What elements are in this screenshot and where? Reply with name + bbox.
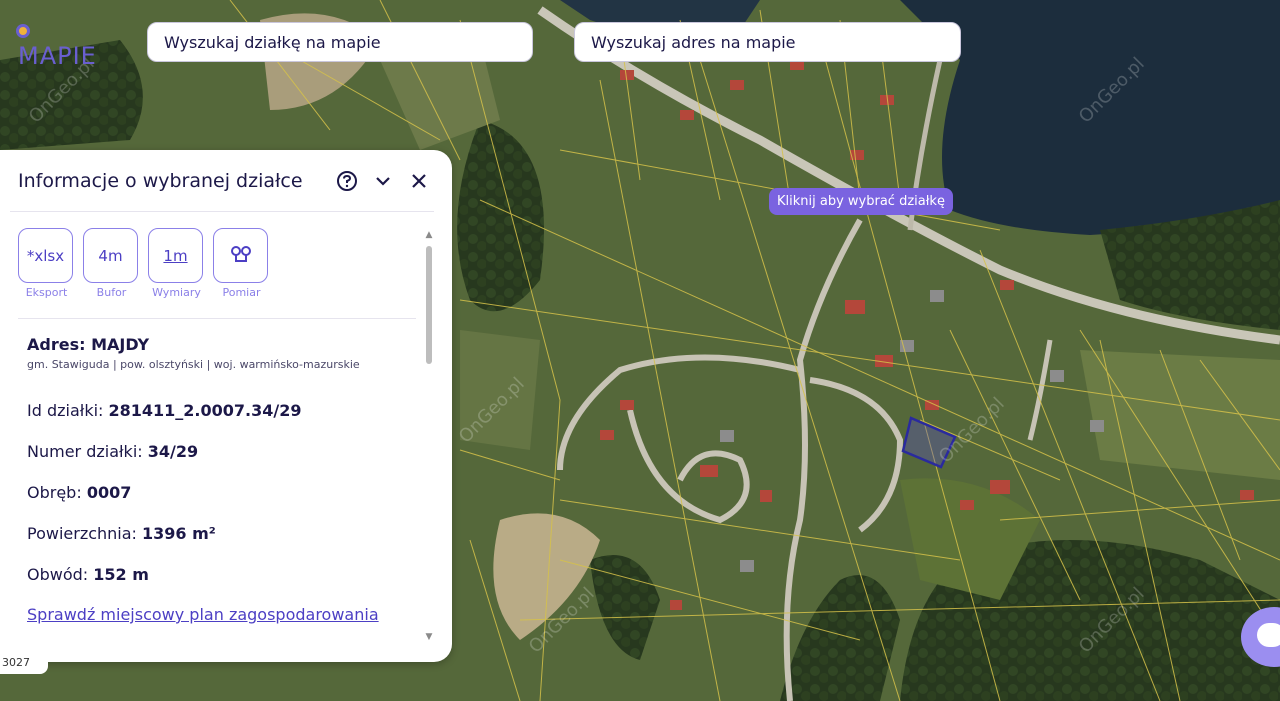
- scroll-down-icon[interactable]: ▼: [424, 632, 434, 642]
- address-search-input[interactable]: Wyszukaj adres na mapie: [574, 22, 961, 62]
- tool-row: *xlsx Eksport 4m Bufor 1m Wymiary Pomiar: [18, 228, 270, 299]
- panel-header: Informacje o wybranej działce: [18, 166, 434, 196]
- parcel-id-row: Id działki: 281411_2.0007.34/29: [27, 401, 302, 420]
- close-button[interactable]: [404, 166, 434, 196]
- help-icon: [337, 171, 357, 191]
- measure-tool[interactable]: Pomiar: [213, 228, 270, 299]
- map-tooltip: Kliknij aby wybrać działkę: [769, 188, 953, 215]
- field-value: 281411_2.0007.34/29: [108, 401, 302, 420]
- scale-chip: 3027: [0, 650, 48, 674]
- parcel-number-row: Numer działki: 34/29: [27, 442, 198, 461]
- field-value: 34/29: [147, 442, 199, 461]
- address-search-placeholder: Wyszukaj adres na mapie: [591, 32, 796, 52]
- panel-scrollbar[interactable]: ▲ ▼: [424, 230, 434, 650]
- buffer-tool[interactable]: 4m Bufor: [83, 228, 140, 299]
- tools-divider: [18, 318, 416, 319]
- dimensions-icon-text: 1m: [163, 246, 188, 265]
- parcel-info-panel: Informacje o wybranej działce *xlsx Eksp…: [0, 150, 452, 662]
- parcel-search-input[interactable]: Wyszukaj działkę na mapie: [147, 22, 533, 62]
- zoning-plan-link[interactable]: Sprawdź miejscowy plan zagospodarowania: [27, 605, 379, 624]
- field-value: 152 m: [93, 565, 149, 584]
- export-tool[interactable]: *xlsx Eksport: [18, 228, 75, 299]
- tool-label: Bufor: [96, 286, 127, 299]
- parcel-search-placeholder: Wyszukaj działkę na mapie: [164, 32, 381, 52]
- xlsx-icon: *xlsx: [18, 228, 73, 283]
- field-label: Numer działki:: [27, 442, 148, 461]
- header-divider: [10, 211, 434, 212]
- address-label: Adres: MAJDY: [27, 335, 150, 354]
- scroll-thumb[interactable]: [426, 246, 432, 364]
- precinct-row: Obręb: 0007: [27, 483, 131, 502]
- chat-icon: [1257, 623, 1280, 647]
- chevron-down-icon: [376, 177, 390, 186]
- address-subtitle: gm. Stawiguda | pow. olsztyński | woj. w…: [27, 358, 360, 371]
- location-pin-icon: [16, 24, 30, 38]
- measure-pins-icon: [230, 245, 251, 262]
- perimeter-row: Obwód: 152 m: [27, 565, 149, 584]
- scroll-up-icon[interactable]: ▲: [424, 230, 434, 240]
- tool-label: Pomiar: [222, 286, 261, 299]
- field-value: 1396 m²: [142, 524, 216, 543]
- panel-title: Informacje o wybranej działce: [18, 170, 303, 192]
- parcel-details: Adres: MAJDY gm. Stawiguda | pow. olszty…: [27, 335, 412, 624]
- field-label: Obręb:: [27, 483, 87, 502]
- help-button[interactable]: [332, 166, 362, 196]
- field-label: Id działki:: [27, 401, 109, 420]
- field-value: 0007: [86, 483, 132, 502]
- logo-text: MAPIE: [18, 42, 97, 70]
- buffer-icon: 4m: [83, 228, 138, 283]
- dimensions-tool[interactable]: 1m Wymiary: [148, 228, 205, 299]
- tool-label: Wymiary: [152, 286, 201, 299]
- dimensions-icon: 1m: [148, 228, 203, 283]
- close-icon: [412, 174, 426, 188]
- measure-icon: [213, 228, 268, 283]
- area-row: Powierzchnia: 1396 m²: [27, 524, 216, 543]
- collapse-button[interactable]: [368, 166, 398, 196]
- tool-label: Eksport: [25, 286, 68, 299]
- field-label: Powierzchnia:: [27, 524, 143, 543]
- field-label: Obwód:: [27, 565, 94, 584]
